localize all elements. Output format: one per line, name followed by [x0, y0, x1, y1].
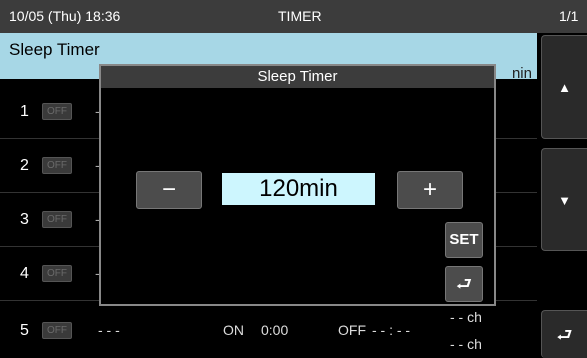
timer-row-5[interactable]: 5 OFF - - - ON 0:00 OFF - - : - - - - ch… [0, 303, 537, 358]
on-time: 0:00 [261, 322, 289, 338]
return-icon: ⮐ [455, 274, 473, 294]
off-badge: OFF [42, 103, 72, 120]
sleep-timer-dialog: Sleep Timer − 120min + SET ⮐ [99, 64, 496, 306]
decrease-button[interactable]: − [136, 171, 202, 209]
off-time: - - : - - [372, 322, 411, 338]
screen-title: TIMER [278, 8, 322, 24]
on-label: ON [223, 322, 244, 338]
row-number: 5 [20, 322, 29, 339]
off-label: OFF [338, 322, 366, 338]
dialog-title: Sleep Timer [101, 66, 494, 88]
row-value: - - - [98, 322, 120, 338]
scroll-down-button[interactable]: ▼ [541, 148, 587, 251]
row-number: 1 [20, 103, 29, 120]
channel-off: - - ch [450, 336, 482, 352]
off-badge: OFF [42, 265, 72, 282]
return-icon: ⮐ [556, 325, 573, 345]
timer-value: 120min [222, 173, 375, 205]
status-bar: 10/05 (Thu) 18:36 TIMER 1/1 [0, 0, 587, 33]
header-unit: nin [511, 65, 532, 82]
back-button[interactable]: ⮐ [541, 310, 587, 358]
channel-on: - - ch [450, 309, 482, 325]
increase-button[interactable]: + [397, 171, 463, 209]
off-badge: OFF [42, 322, 72, 339]
off-badge: OFF [42, 211, 72, 228]
sidebar: ▲ ▼ ⮐ [537, 33, 587, 358]
arrow-down-icon: ▼ [558, 193, 571, 208]
scroll-up-button[interactable]: ▲ [541, 35, 587, 139]
dialog-back-button[interactable]: ⮐ [445, 266, 483, 302]
set-button[interactable]: SET [445, 222, 483, 258]
arrow-up-icon: ▲ [558, 80, 571, 95]
row-number: 2 [20, 157, 29, 174]
page-title: Sleep Timer [9, 40, 100, 59]
row-number: 3 [20, 211, 29, 228]
status-datetime: 10/05 (Thu) 18:36 [9, 8, 121, 24]
off-badge: OFF [42, 157, 72, 174]
page-indicator: 1/1 [559, 8, 579, 24]
row-number: 4 [20, 265, 29, 282]
